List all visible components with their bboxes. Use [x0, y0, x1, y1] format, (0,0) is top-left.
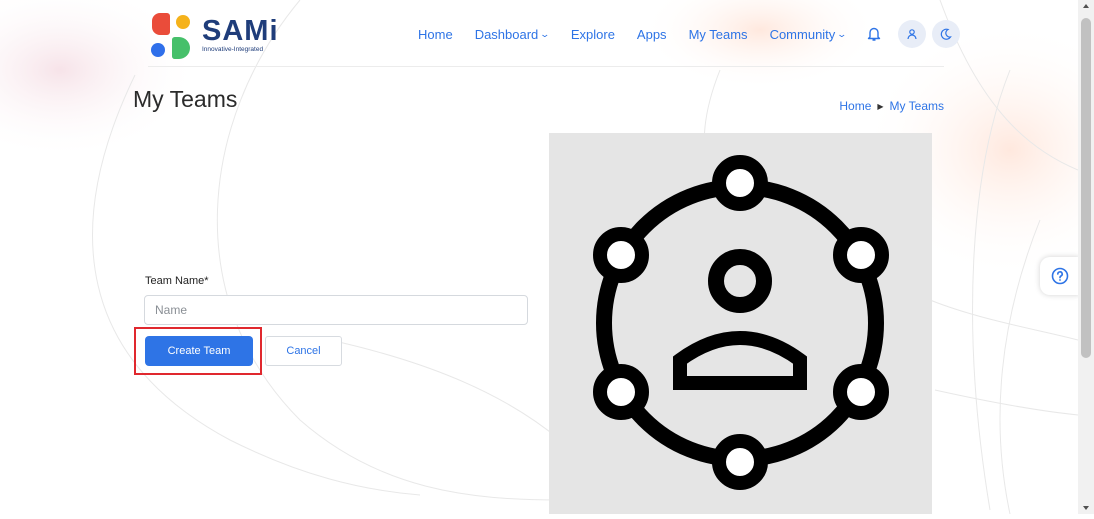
- logo-wordmark: SAMi: [202, 14, 279, 47]
- logo-mark-icon: [148, 11, 192, 59]
- scroll-up-arrow-icon[interactable]: [1083, 4, 1089, 8]
- nav-explore-label: Explore: [570, 26, 615, 42]
- nav-community-label: Community: [769, 26, 836, 42]
- nav-home-label: Home: [418, 26, 453, 42]
- main-navigation: Home Dashboard ⌄ Explore Apps My Teams Co…: [418, 18, 966, 50]
- chevron-down-icon: ⌄: [539, 28, 551, 39]
- user-icon[interactable]: [897, 20, 926, 48]
- nav-dashboard-label: Dashboard: [474, 26, 539, 42]
- logo-green-shape: [172, 37, 190, 59]
- page-title: My Teams: [133, 86, 238, 112]
- nav-explore[interactable]: Explore: [571, 27, 615, 42]
- question-circle-icon: [1051, 267, 1069, 285]
- nav-my-teams-label: My Teams: [688, 26, 748, 42]
- scroll-down-arrow-icon[interactable]: [1083, 506, 1089, 510]
- nav-home[interactable]: Home: [418, 27, 453, 42]
- sami-logo[interactable]: SAMi Innovative-Integrated: [148, 10, 288, 60]
- cancel-button[interactable]: Cancel: [265, 336, 342, 366]
- bell-icon[interactable]: [862, 22, 886, 46]
- team-name-label: Team Name*: [145, 275, 209, 287]
- nav-apps[interactable]: Apps: [637, 27, 667, 42]
- logo-red-shape: [152, 13, 170, 35]
- help-button[interactable]: [1040, 257, 1080, 295]
- logo-yellow-dot: [176, 15, 190, 29]
- breadcrumb: Home ▶ My Teams: [839, 99, 944, 113]
- team-illustration: [549, 133, 932, 514]
- create-team-highlight: [134, 327, 262, 375]
- page-scrollbar[interactable]: [1078, 0, 1094, 514]
- logo-text: SAMi Innovative-Integrated: [202, 14, 279, 54]
- nav-community[interactable]: Community ⌄: [769, 26, 848, 42]
- team-name-input[interactable]: [144, 295, 528, 325]
- logo-blue-dot: [151, 43, 165, 57]
- header-divider: [148, 66, 944, 67]
- breadcrumb-home[interactable]: Home: [839, 99, 871, 113]
- breadcrumb-my-teams[interactable]: My Teams: [890, 99, 944, 113]
- moon-icon[interactable]: [931, 20, 960, 48]
- scrollbar-thumb[interactable]: [1081, 18, 1091, 358]
- nav-dashboard[interactable]: Dashboard ⌄: [474, 26, 551, 42]
- nav-my-teams[interactable]: My Teams: [689, 27, 748, 42]
- chevron-down-icon: ⌄: [836, 28, 848, 39]
- nav-apps-label: Apps: [636, 26, 667, 42]
- breadcrumb-separator-icon: ▶: [877, 101, 884, 111]
- logo-tagline: Innovative-Integrated: [202, 45, 264, 53]
- team-network-icon: [593, 155, 889, 490]
